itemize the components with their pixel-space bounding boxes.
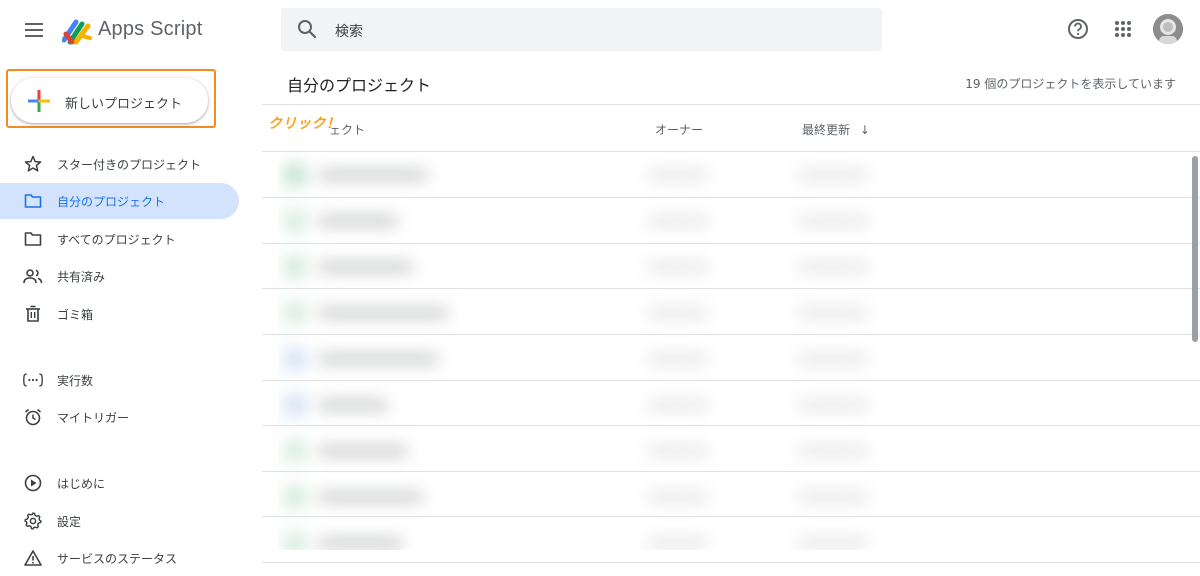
gear-icon <box>23 511 43 531</box>
account-avatar[interactable] <box>1153 14 1183 44</box>
sidebar-item-label: サービスのステータス <box>57 551 178 566</box>
apps-grid-icon <box>1115 21 1131 37</box>
folder-icon <box>23 191 43 211</box>
new-project-label: 新しいプロジェクト <box>65 97 183 112</box>
redacted-project-list <box>278 152 936 550</box>
trash-icon <box>23 304 43 324</box>
new-project-button[interactable]: 新しいプロジェクト <box>11 78 208 123</box>
table-row[interactable] <box>278 426 936 472</box>
apps-script-logo <box>62 19 92 45</box>
star-icon <box>23 154 43 174</box>
sidebar-item-label: マイトリガー <box>57 410 130 425</box>
sidebar-item-label: 実行数 <box>57 373 94 388</box>
table-row[interactable] <box>278 334 936 380</box>
sidebar-item-label: はじめに <box>57 476 106 491</box>
table-row[interactable] <box>278 242 936 288</box>
sidebar-item-label: スター付きのプロジェクト <box>57 157 202 172</box>
main-menu-button[interactable] <box>20 16 48 44</box>
sidebar-item-label: ゴミ箱 <box>57 307 94 322</box>
page-title: 自分のプロジェクト <box>287 76 432 95</box>
search-input[interactable]: 検索 <box>335 21 363 41</box>
sidebar-item-label: 設定 <box>57 514 82 529</box>
search-bar[interactable]: 検索 <box>281 8 882 51</box>
sidebar-item-label: 共有済み <box>57 269 106 284</box>
sidebar-item-getting-started[interactable]: はじめに <box>0 465 239 501</box>
help-button[interactable] <box>1065 16 1091 42</box>
search-icon <box>298 20 317 39</box>
table-row[interactable] <box>278 152 936 196</box>
play-circle-icon <box>23 473 43 493</box>
sidebar-item-executions[interactable]: 実行数 <box>0 362 239 398</box>
sidebar-item-settings[interactable]: 設定 <box>0 503 239 539</box>
table-row[interactable] <box>278 288 936 334</box>
sidebar-item-triggers[interactable]: マイトリガー <box>0 399 239 435</box>
warning-icon <box>23 548 43 568</box>
table-row[interactable] <box>278 380 936 426</box>
column-header-owner[interactable]: オーナー <box>655 121 703 138</box>
sidebar-item-label: すべてのプロジェクト <box>57 232 176 247</box>
table-row[interactable] <box>278 518 936 550</box>
sidebar-item-label: 自分のプロジェクト <box>57 194 166 209</box>
column-header-modified-label: 最終更新 <box>802 123 851 137</box>
project-count: 19 個のプロジェクトを表示しています <box>965 77 1176 91</box>
people-icon <box>23 266 43 286</box>
sidebar-item-trash[interactable]: ゴミ箱 <box>0 296 239 332</box>
alarm-icon <box>23 407 43 427</box>
executions-icon <box>23 370 43 390</box>
column-header-modified[interactable]: 最終更新 ↓ <box>802 121 870 138</box>
sidebar-item-service-status[interactable]: サービスのステータス <box>0 540 239 576</box>
row-divider <box>262 562 1200 563</box>
sort-arrow-icon: ↓ <box>859 123 870 137</box>
plus-icon <box>28 90 50 112</box>
menu-icon <box>25 23 43 37</box>
sidebar-item-shared[interactable]: 共有済み <box>0 258 239 294</box>
click-annotation: クリック！ <box>268 116 341 132</box>
apps-button[interactable] <box>1110 16 1136 42</box>
sidebar-item-starred[interactable]: スター付きのプロジェクト <box>0 146 239 182</box>
app-title: Apps Script <box>98 18 203 40</box>
table-row[interactable] <box>278 196 936 242</box>
folder-icon <box>23 229 43 249</box>
scrollbar-thumb[interactable] <box>1192 156 1198 342</box>
divider <box>262 104 1200 105</box>
avatar-image <box>1153 14 1183 44</box>
sidebar-item-all-projects[interactable]: すべてのプロジェクト <box>0 221 239 257</box>
help-icon <box>1068 19 1088 39</box>
sidebar-item-my-projects[interactable]: 自分のプロジェクト <box>0 183 239 219</box>
table-row[interactable] <box>278 472 936 518</box>
